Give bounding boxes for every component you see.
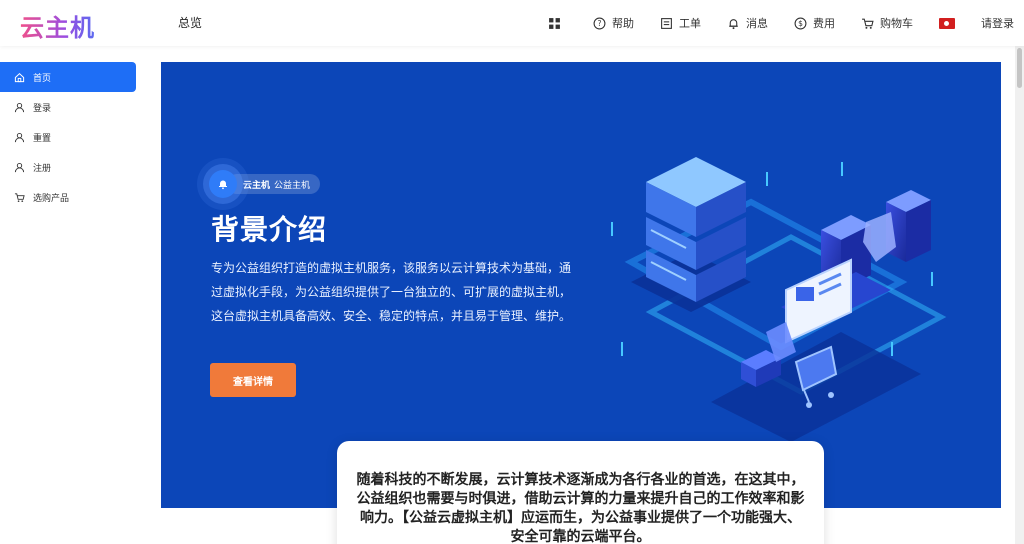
intro-card-text: 随着科技的不断发展，云计算技术逐渐成为各行各业的首选，在这其中，公益组织也需要与… <box>356 472 805 544</box>
cart-icon <box>862 18 874 29</box>
bell-icon <box>729 18 738 29</box>
cart-link[interactable]: 购物车 <box>861 15 913 31</box>
sidebar-item-label: 首页 <box>33 73 52 84</box>
ticket-icon <box>661 17 672 29</box>
sidebar-item-shop[interactable]: 选购产品 <box>0 182 137 212</box>
logo[interactable]: 云主机 <box>20 8 95 43</box>
help-link[interactable]: ? 帮助 <box>593 15 634 31</box>
page-scrollbar[interactable] <box>1015 46 1024 544</box>
help-label: 帮助 <box>612 17 634 30</box>
hero-title: 背景介绍 <box>211 213 328 246</box>
billing-label: 费用 <box>813 17 835 30</box>
dollar-icon: $ <box>794 17 807 29</box>
monitor-illustration <box>781 258 891 344</box>
sidebar-item-home[interactable]: 首页 <box>0 62 136 92</box>
hero-description: 专为公益组织打造的虚拟主机服务，该服务以云计算技术为基础，通过虚拟化手段，为公益… <box>211 261 572 323</box>
sidebar: 首页 登录 重置 注册 选购产品 <box>0 46 145 544</box>
server-stack <box>646 157 746 302</box>
top-navbar: 云主机 总览 ? 帮助 工单 消息 $ 费用 购物车 请登录 <box>0 0 1024 46</box>
hero-badge: 云主机 公益主机 <box>209 170 321 198</box>
hero-tag: 云主机 公益主机 <box>227 174 321 194</box>
header-actions: ? 帮助 工单 消息 $ 费用 购物车 请登录 <box>522 0 1014 46</box>
ticket-label: 工单 <box>679 17 701 30</box>
sidebar-item-label: 注册 <box>33 163 52 174</box>
billing-link[interactable]: $ 费用 <box>794 15 835 31</box>
sidebar-item-label: 选购产品 <box>33 193 70 204</box>
sidebar-item-login[interactable]: 登录 <box>0 92 137 122</box>
svg-text:?: ? <box>597 19 601 28</box>
hero-tag-strong: 云主机 <box>243 180 271 191</box>
sidebar-item-label: 重置 <box>33 133 52 144</box>
login-link[interactable]: 请登录 <box>981 15 1014 31</box>
messages-label: 消息 <box>746 17 768 30</box>
login-label: 请登录 <box>981 17 1014 30</box>
home-icon <box>14 72 25 82</box>
svg-text:$: $ <box>798 19 803 28</box>
messages-link[interactable]: 消息 <box>727 15 768 31</box>
flag-hk-icon <box>939 17 955 29</box>
ticket-link[interactable]: 工单 <box>660 15 701 31</box>
language-switcher[interactable] <box>939 17 955 29</box>
user-icon <box>14 162 25 172</box>
user-icon <box>14 102 25 112</box>
hero-tag-text: 公益主机 <box>274 180 311 191</box>
cart-icon <box>14 192 25 202</box>
bell-icon <box>209 170 237 198</box>
sidebar-item-reset[interactable]: 重置 <box>0 122 137 152</box>
apps-grid-button[interactable] <box>548 17 567 30</box>
intro-card: 随着科技的不断发展，云计算技术逐渐成为各行各业的首选，在这其中，公益组织也需要与… <box>337 441 824 544</box>
main-content: 云主机 公益主机 背景介绍 专为公益组织打造的虚拟主机服务，该服务以云计算技术为… <box>145 46 1015 544</box>
user-icon <box>14 132 25 142</box>
cart-label[interactable]: 购物车 <box>880 15 913 31</box>
view-details-button[interactable]: 查看详情 <box>210 363 296 397</box>
help-icon: ? <box>593 17 606 29</box>
sidebar-item-register[interactable]: 注册 <box>0 152 137 182</box>
scrollbar-thumb[interactable] <box>1017 48 1022 88</box>
sidebar-item-label: 登录 <box>33 103 52 114</box>
grid-icon <box>549 17 560 29</box>
nav-overview-link[interactable]: 总览 <box>178 14 202 31</box>
cloud-server-illustration <box>611 157 947 442</box>
